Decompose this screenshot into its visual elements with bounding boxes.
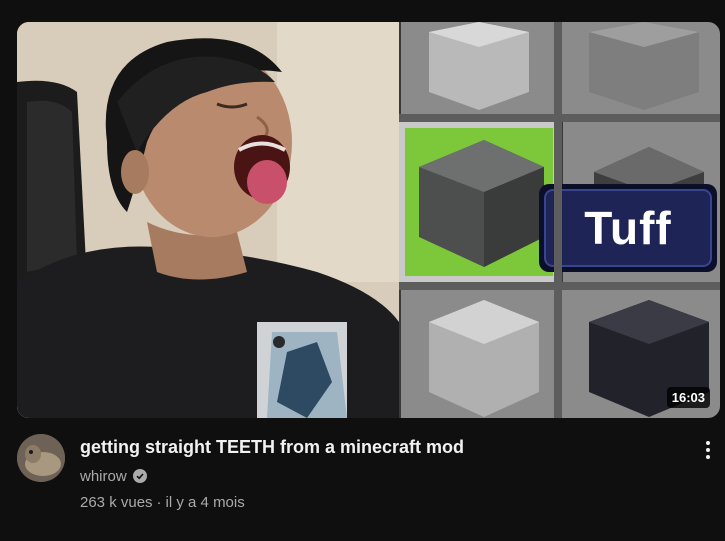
video-card[interactable]: Tuff 16:03 getting straight TEETH from a… [0, 0, 725, 541]
view-count: 263 k vues [80, 494, 153, 511]
minecraft-block-grid: Tuff [399, 22, 720, 418]
stats-separator: · [156, 494, 162, 511]
channel-row: whirow [80, 466, 680, 486]
tuff-label: Tuff [584, 202, 672, 254]
thumbnail-photo [17, 22, 399, 418]
more-vertical-icon[interactable] [696, 438, 720, 462]
channel-name[interactable]: whirow [80, 468, 127, 485]
video-meta: getting straight TEETH from a minecraft … [80, 436, 680, 511]
video-stats: 263 k vues · il y a 4 mois [80, 494, 680, 511]
upload-age: il y a 4 mois [165, 494, 245, 511]
verified-check-icon [132, 469, 147, 483]
video-thumbnail[interactable]: Tuff 16:03 [17, 22, 720, 418]
duration-badge: 16:03 [666, 387, 710, 408]
avatar-image [17, 434, 65, 482]
video-title[interactable]: getting straight TEETH from a minecraft … [80, 436, 680, 458]
person-illustration [17, 22, 399, 418]
channel-avatar[interactable] [17, 434, 65, 482]
